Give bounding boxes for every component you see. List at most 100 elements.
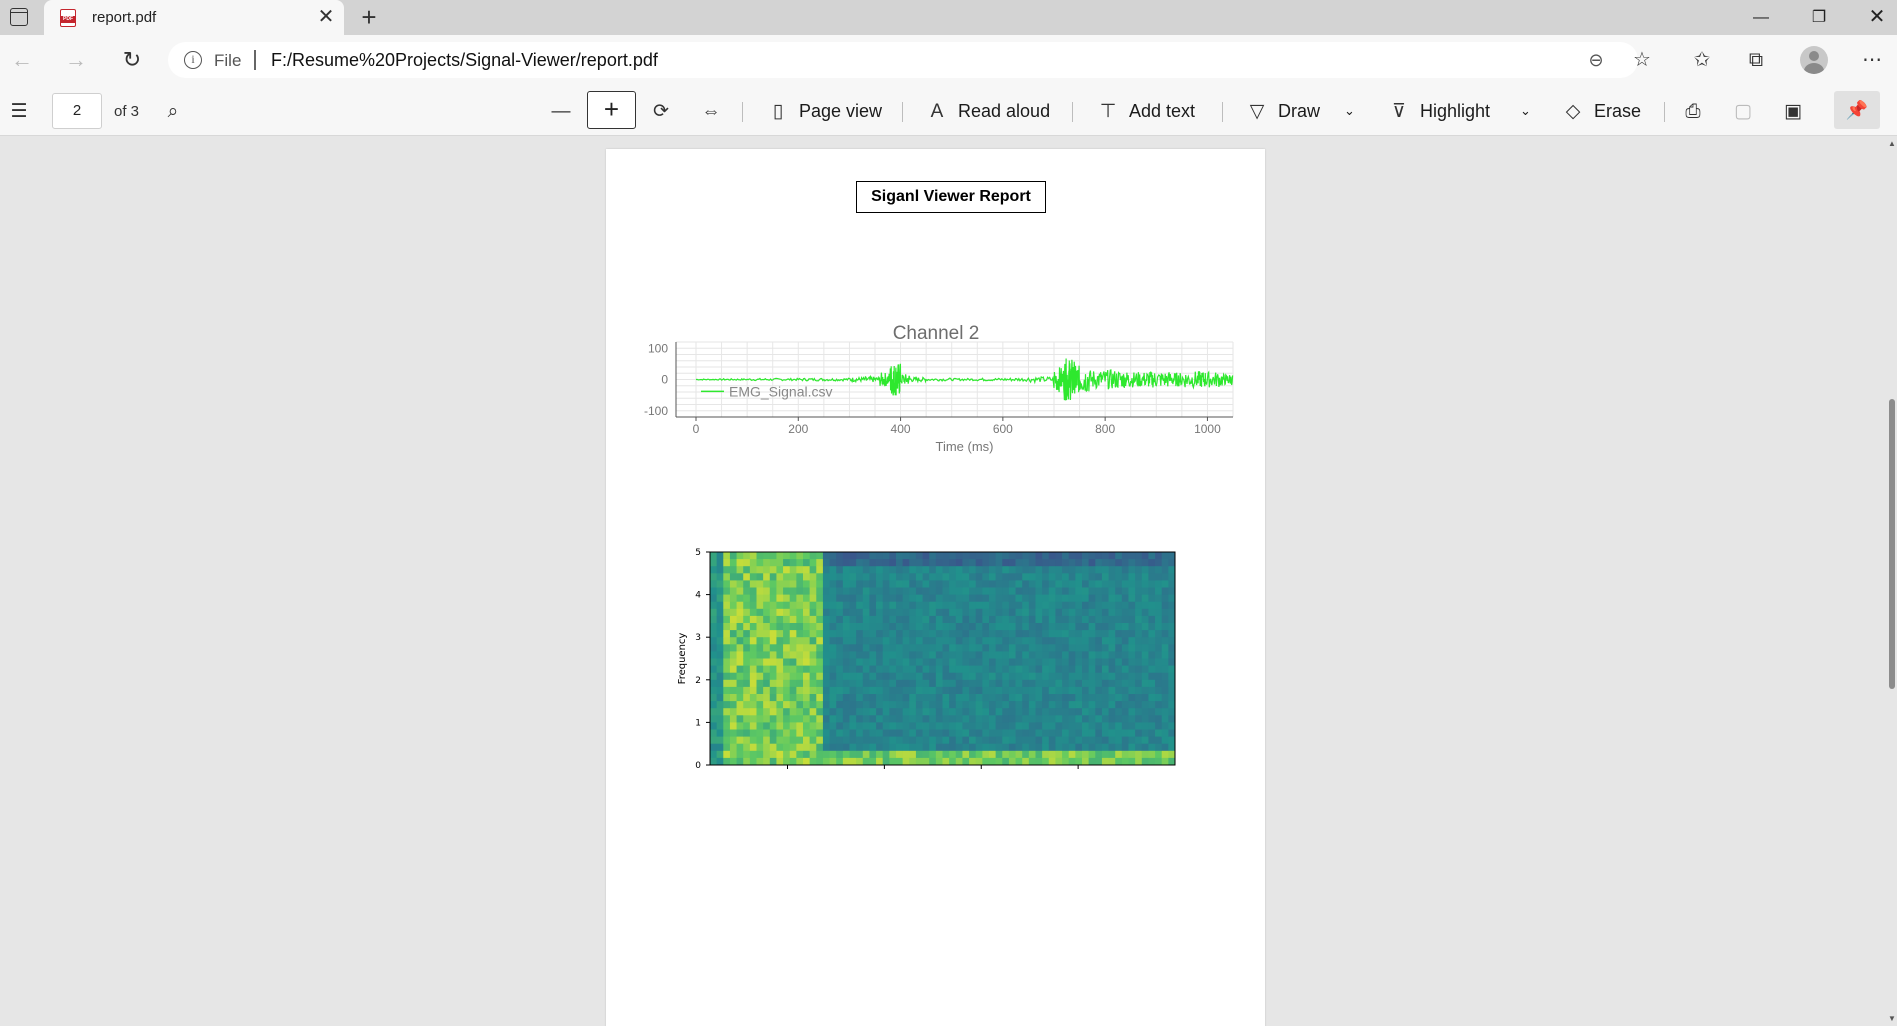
heatmap-cell bbox=[1121, 580, 1129, 588]
page-view-button[interactable]: ▯ Page view bbox=[765, 93, 882, 129]
heatmap-cell bbox=[1141, 559, 1149, 567]
heatmap-cell bbox=[1015, 651, 1023, 659]
rotate-icon[interactable]: ⟳ bbox=[648, 93, 682, 129]
heatmap-cell bbox=[809, 623, 817, 631]
heatmap-cell bbox=[822, 658, 830, 666]
pin-toolbar-icon[interactable]: 📌 bbox=[1834, 91, 1880, 129]
heatmap-cell bbox=[862, 736, 870, 745]
heatmap-cell bbox=[962, 651, 970, 659]
zoom-out-button[interactable]: — bbox=[548, 93, 582, 129]
read-aloud-button[interactable]: A Read aloud bbox=[924, 93, 1050, 129]
heatmap-cell bbox=[862, 566, 870, 574]
heatmap-cell bbox=[975, 750, 983, 759]
heatmap-cell bbox=[803, 566, 811, 574]
draw-options-chevron-icon[interactable]: ⌄ bbox=[1344, 93, 1355, 129]
heatmap-cell bbox=[1015, 587, 1023, 595]
tab-actions-icon[interactable] bbox=[10, 8, 28, 26]
heatmap-cell bbox=[789, 580, 797, 588]
info-icon[interactable]: i bbox=[184, 51, 202, 69]
heatmap-cell bbox=[995, 630, 1003, 638]
draw-button[interactable]: ▽ Draw bbox=[1244, 93, 1320, 129]
heatmap-cell bbox=[989, 559, 997, 567]
contents-icon[interactable]: ☰ bbox=[6, 93, 40, 129]
close-window-icon[interactable]: ✕ bbox=[1848, 0, 1897, 35]
heatmap-cell bbox=[1095, 686, 1103, 695]
heatmap-cell bbox=[723, 587, 731, 595]
save-as-icon[interactable]: ▣ bbox=[1780, 93, 1814, 129]
collections-icon[interactable]: ⧉ bbox=[1740, 44, 1772, 76]
add-text-button[interactable]: ⊤ Add text bbox=[1095, 93, 1195, 129]
pdf-viewer[interactable]: Siganl Viewer Report Channel 2 100 0 -100 0… bbox=[0, 137, 1897, 1026]
print-icon[interactable]: ⎙ bbox=[1680, 93, 1714, 129]
tab-report-pdf[interactable]: PDF report.pdf ✕ bbox=[44, 0, 344, 35]
avatar[interactable] bbox=[1800, 46, 1828, 74]
heatmap-cell bbox=[1141, 750, 1149, 759]
scrollbar[interactable]: ▲ ▼ bbox=[1886, 137, 1897, 1026]
erase-button[interactable]: ◇ Erase bbox=[1560, 93, 1641, 129]
heatmap-cell bbox=[1135, 757, 1143, 766]
heatmap-cell bbox=[1155, 672, 1163, 681]
heatmap-cell bbox=[882, 637, 890, 645]
heatmap-cell bbox=[1148, 708, 1156, 716]
heatmap-cell bbox=[763, 552, 771, 560]
back-icon[interactable]: ← bbox=[6, 44, 38, 76]
heatmap-cell bbox=[803, 708, 811, 716]
heatmap-cell bbox=[1168, 729, 1176, 737]
heatmap-cell bbox=[1135, 701, 1143, 709]
heatmap-cell bbox=[935, 679, 943, 688]
new-tab-button[interactable]: + bbox=[355, 2, 383, 32]
heatmap-cell bbox=[915, 608, 923, 617]
heatmap-cell bbox=[896, 566, 904, 574]
heatmap-cell bbox=[1035, 615, 1043, 624]
heatmap-cell bbox=[723, 701, 731, 709]
close-tab-icon[interactable]: ✕ bbox=[314, 5, 338, 29]
page-number-input[interactable]: 2 bbox=[52, 93, 102, 129]
forward-icon[interactable]: → bbox=[60, 44, 92, 76]
page-view-label: Page view bbox=[799, 101, 883, 121]
heatmap-cell bbox=[749, 601, 757, 610]
heatmap-cell bbox=[1155, 615, 1163, 624]
highlight-button[interactable]: ⊽ Highlight bbox=[1386, 93, 1490, 129]
scroll-down-icon[interactable]: ▼ bbox=[1887, 1014, 1897, 1024]
fit-width-icon[interactable]: ⇔ bbox=[698, 93, 732, 129]
heatmap-cell bbox=[842, 587, 850, 595]
zoom-out-icon[interactable]: ⊖ bbox=[1582, 46, 1610, 74]
scroll-up-icon[interactable]: ▲ bbox=[1887, 139, 1897, 149]
url-field[interactable]: i File F:/Resume%20Projects/Signal-Viewe… bbox=[168, 42, 1638, 78]
restore-icon[interactable]: ❐ bbox=[1790, 0, 1848, 35]
spectrogram-chart: 012345200400600800TimeFrequency bbox=[677, 548, 1176, 769]
refresh-icon[interactable]: ↻ bbox=[116, 44, 148, 76]
minimize-icon[interactable]: — bbox=[1732, 0, 1790, 35]
highlight-options-chevron-icon[interactable]: ⌄ bbox=[1520, 93, 1531, 129]
scroll-thumb[interactable] bbox=[1889, 399, 1895, 689]
heatmap-cell bbox=[1148, 736, 1156, 745]
heatmap-cell bbox=[1088, 587, 1096, 595]
heatmap-cell bbox=[1168, 672, 1176, 681]
heatmap-cell bbox=[989, 750, 997, 759]
heatmap-cell bbox=[962, 608, 970, 617]
heatmap-cell bbox=[856, 679, 864, 688]
heatmap-cell bbox=[1022, 594, 1030, 603]
zoom-in-button[interactable]: + bbox=[587, 91, 636, 129]
heatmap-cell bbox=[716, 644, 724, 652]
find-icon[interactable]: ⌕ bbox=[160, 93, 194, 129]
heatmap-cell bbox=[902, 750, 910, 759]
save-icon[interactable]: ▢ bbox=[1730, 93, 1764, 129]
heatmap-cell bbox=[1008, 552, 1016, 560]
heatmap-cell bbox=[829, 615, 837, 624]
heatmap-cell bbox=[1148, 601, 1156, 610]
heatmap-cell bbox=[1082, 566, 1090, 574]
favorites-icon[interactable]: ✩ bbox=[1686, 44, 1718, 76]
more-icon[interactable]: ⋯ bbox=[1856, 44, 1888, 76]
url-text[interactable]: F:/Resume%20Projects/Signal-Viewer/repor… bbox=[271, 50, 658, 71]
heatmap-cell bbox=[829, 708, 837, 716]
heatmap-cell bbox=[1101, 736, 1109, 745]
heatmap-cell bbox=[962, 736, 970, 745]
heatmap-cell bbox=[882, 601, 890, 610]
heatmap-cell bbox=[736, 708, 744, 716]
heatmap-cell bbox=[909, 750, 917, 759]
add-favorite-icon[interactable]: ☆ bbox=[1626, 44, 1658, 76]
heatmap-cell bbox=[989, 686, 997, 695]
heatmap-cell bbox=[776, 559, 784, 567]
heatmap-cell bbox=[1121, 644, 1129, 652]
